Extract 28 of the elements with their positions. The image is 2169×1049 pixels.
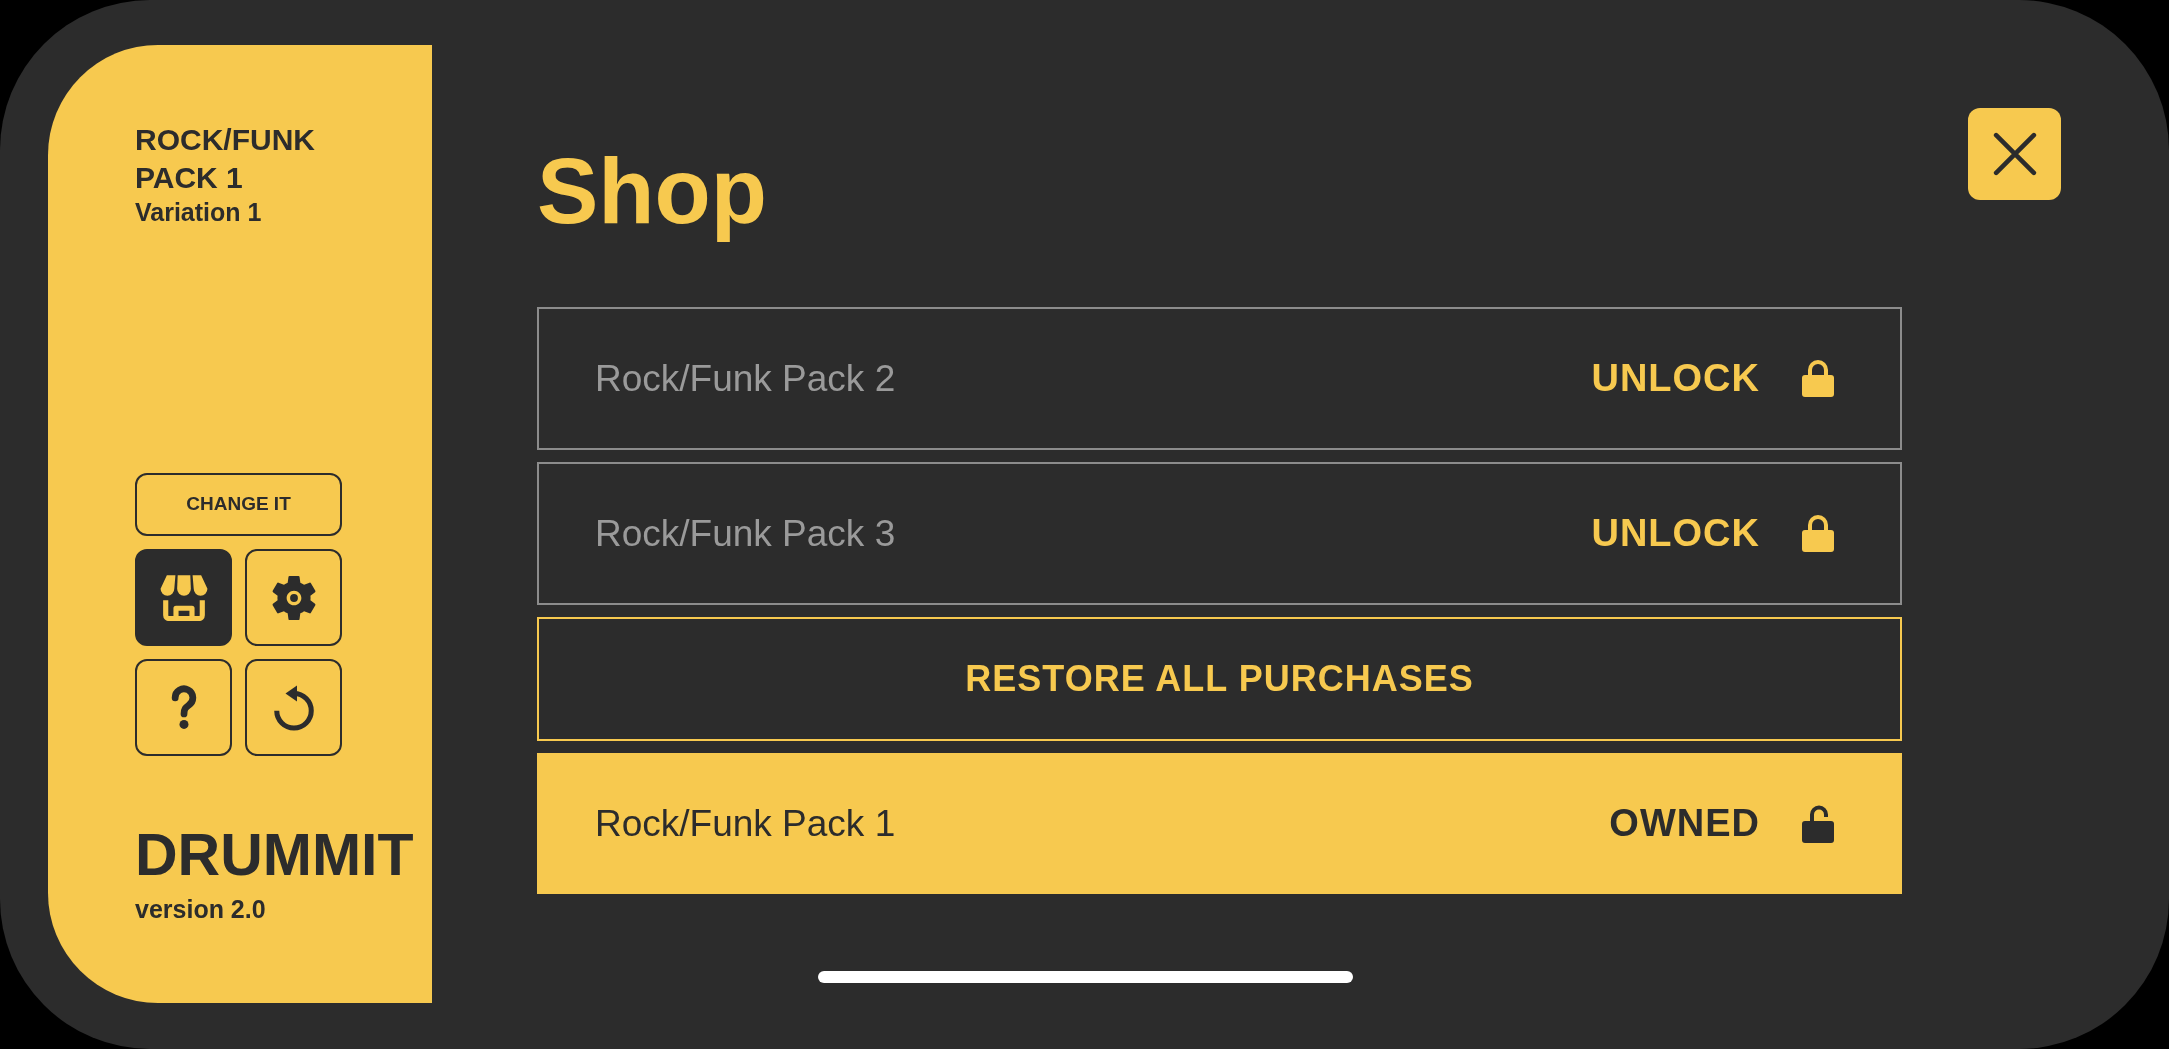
change-it-button[interactable]: CHANGE IT <box>135 473 342 536</box>
unlocked-padlock-icon <box>1802 804 1834 843</box>
gear-icon <box>271 574 316 621</box>
rotate-button[interactable] <box>245 659 342 756</box>
status-label: OWNED <box>1609 801 1760 847</box>
padlock-icon <box>1802 360 1834 398</box>
rotate-arrow-icon <box>272 684 315 731</box>
pack-row[interactable]: Rock/Funk Pack 1 OWNED <box>537 753 1902 895</box>
help-button[interactable] <box>135 659 232 756</box>
page-title: Shop <box>537 139 767 244</box>
store-button[interactable] <box>135 549 232 646</box>
pack-name: Rock/Funk Pack 1 <box>595 802 896 847</box>
pack-row[interactable]: Rock/Funk Pack 3 UNLOCK <box>537 462 1902 606</box>
settings-button[interactable] <box>245 549 342 646</box>
status-label: UNLOCK <box>1591 356 1760 402</box>
variation-label: Variation 1 <box>135 197 262 227</box>
pack-row[interactable]: Rock/Funk Pack 2 UNLOCK <box>537 307 1902 451</box>
pack-title: ROCK/FUNK PACK 1 <box>135 122 316 196</box>
version-label: version 2.0 <box>135 893 266 924</box>
pack-name: Rock/Funk Pack 2 <box>595 357 896 402</box>
close-icon <box>1992 132 2037 176</box>
pack-name: Rock/Funk Pack 3 <box>595 512 896 557</box>
app-name: DRUMMIT <box>135 822 414 890</box>
status-label: UNLOCK <box>1591 511 1760 557</box>
close-button[interactable] <box>1968 108 2061 200</box>
padlock-icon <box>1802 515 1834 553</box>
storefront-icon <box>159 574 208 621</box>
restore-purchases-button[interactable]: RESTORE ALL PURCHASES <box>537 617 1902 742</box>
